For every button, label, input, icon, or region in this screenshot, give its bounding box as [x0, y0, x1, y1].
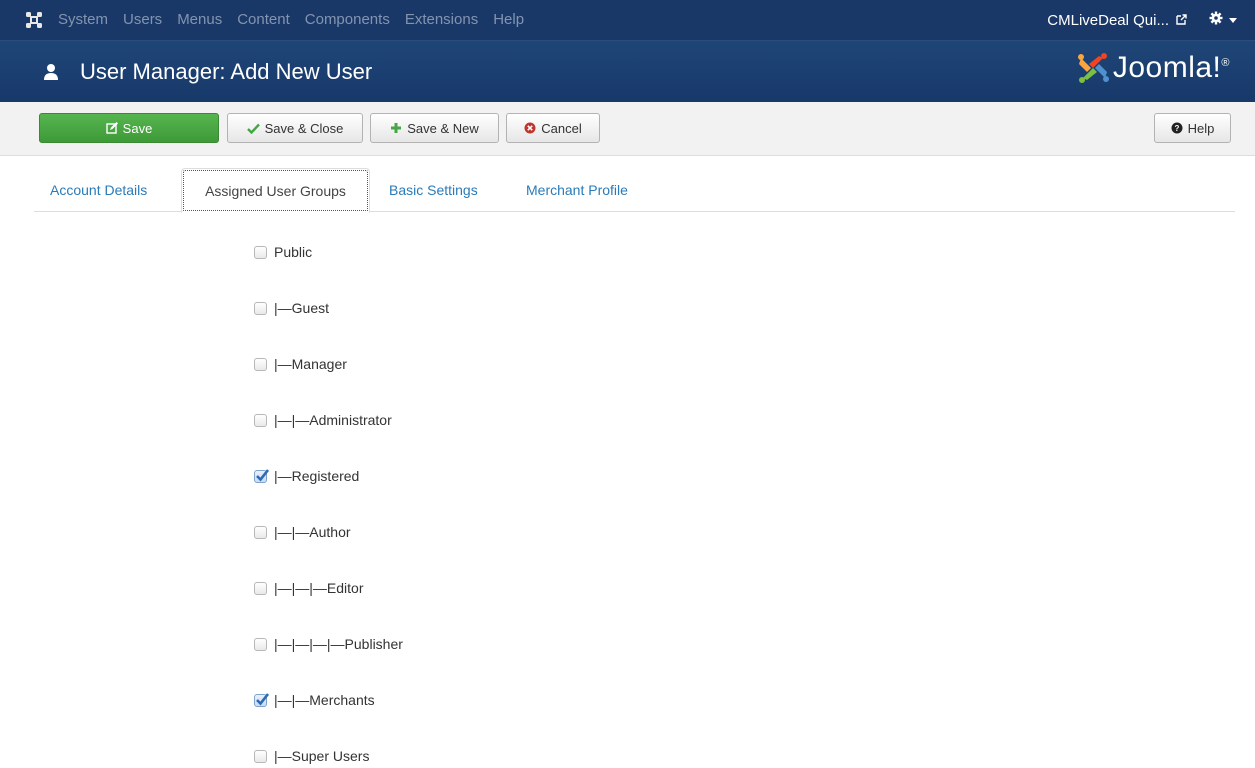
menu-extensions[interactable]: Extensions	[405, 0, 478, 40]
save-close-label: Save & Close	[264, 120, 344, 136]
menu-system[interactable]: System	[58, 0, 108, 40]
group-item: |—|—Administrator	[254, 408, 392, 432]
group-item: Public	[254, 240, 312, 264]
checkmark-icon	[256, 468, 269, 481]
group-label[interactable]: Public	[274, 244, 312, 260]
external-link-icon	[1169, 12, 1187, 29]
chevron-down-icon	[1229, 17, 1237, 23]
group-checkbox-checked[interactable]	[254, 692, 269, 707]
save-button[interactable]: Save	[39, 113, 219, 143]
menu-content[interactable]: Content	[237, 0, 290, 40]
header: User Manager: Add New User Joomla!®	[0, 40, 1255, 102]
cancel-label: Cancel	[541, 120, 582, 136]
group-checkbox-checked[interactable]	[254, 468, 269, 483]
svg-text:?: ?	[1174, 124, 1179, 133]
group-checkbox[interactable]	[254, 357, 267, 371]
group-label[interactable]: |—Guest	[274, 300, 329, 316]
group-checkbox[interactable]	[254, 245, 267, 259]
tab-account-details[interactable]: Account Details	[50, 168, 147, 212]
checkmark-icon	[256, 692, 269, 705]
settings-dropdown[interactable]	[1209, 11, 1237, 30]
user-icon	[40, 61, 62, 83]
navbar-right: CMLiveDeal Qui...	[1047, 11, 1255, 30]
group-checkbox[interactable]	[254, 749, 267, 763]
group-label[interactable]: |—Manager	[274, 356, 347, 372]
tab-merchant-profile[interactable]: Merchant Profile	[526, 168, 628, 212]
page-title: User Manager: Add New User	[80, 58, 373, 84]
site-name: CMLiveDeal Qui...	[1047, 11, 1169, 29]
group-checkbox[interactable]	[254, 413, 267, 427]
save-label: Save	[122, 120, 153, 136]
group-item: |—|—|—Editor	[254, 576, 363, 600]
save-new-label: Save & New	[407, 120, 479, 136]
group-label[interactable]: |—|—|—Editor	[274, 580, 363, 596]
plus-icon	[390, 122, 402, 134]
group-item: |—Super Users	[254, 744, 369, 768]
group-checkbox[interactable]	[254, 637, 267, 651]
group-item: |—|—Merchants	[254, 688, 375, 712]
group-item: |—|—|—|—Publisher	[254, 632, 403, 656]
group-checkbox[interactable]	[254, 581, 267, 595]
group-label[interactable]: |—|—Merchants	[274, 692, 375, 708]
tab-basic-settings[interactable]: Basic Settings	[389, 168, 478, 212]
cancel-button[interactable]: Cancel	[506, 113, 600, 143]
tab-assigned-user-groups[interactable]: Assigned User Groups	[181, 168, 370, 213]
group-item: |—Guest	[254, 296, 329, 320]
help-button[interactable]: ? Help	[1154, 113, 1231, 143]
help-label: Help	[1187, 120, 1215, 136]
gear-icon	[1209, 11, 1223, 30]
tab-bar: Account Details Assigned User Groups Bas…	[34, 168, 1235, 213]
menu-users[interactable]: Users	[123, 0, 162, 40]
group-checkbox[interactable]	[254, 525, 267, 539]
save-new-button[interactable]: Save & New	[370, 113, 499, 143]
group-checkbox[interactable]	[254, 301, 267, 315]
save-close-button[interactable]: Save & Close	[227, 113, 363, 143]
edit-icon	[105, 122, 118, 134]
brand-text: Joomla!®	[1112, 51, 1230, 84]
menu-help[interactable]: Help	[493, 0, 524, 40]
group-item: |—Manager	[254, 352, 347, 376]
main-menu: System Users Menus Content Components Ex…	[58, 0, 539, 40]
cancel-icon	[524, 122, 536, 134]
group-item: |—Registered	[254, 464, 359, 488]
toolbar: Save Save & Close Save & New Cancel ? He…	[0, 102, 1255, 156]
group-label[interactable]: |—Registered	[274, 468, 359, 484]
group-label[interactable]: |—Super Users	[274, 748, 369, 764]
group-item: |—|—Author	[254, 520, 351, 544]
joomla-icon[interactable]	[20, 0, 48, 40]
group-label[interactable]: |—|—Author	[274, 524, 351, 540]
menu-menus[interactable]: Menus	[177, 0, 222, 40]
question-icon: ?	[1171, 122, 1183, 134]
menu-components[interactable]: Components	[305, 0, 390, 40]
site-link[interactable]: CMLiveDeal Qui...	[1047, 12, 1187, 29]
top-navbar: System Users Menus Content Components Ex…	[0, 0, 1255, 40]
group-label[interactable]: |—|—Administrator	[274, 412, 392, 428]
group-label[interactable]: |—|—|—|—Publisher	[274, 636, 403, 652]
check-icon	[246, 123, 260, 134]
joomla-logo-icon	[1077, 53, 1109, 83]
joomla-brand-logo: Joomla!®	[1077, 51, 1230, 85]
